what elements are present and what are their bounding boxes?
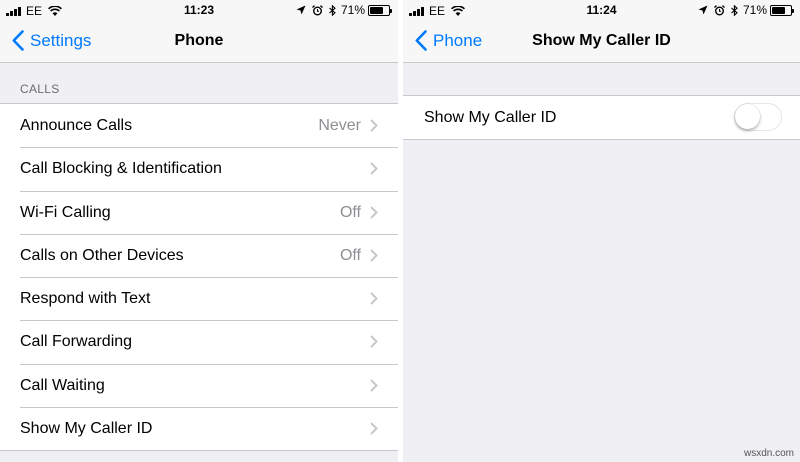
list-item-label: Show My Caller ID [20, 420, 153, 438]
navigation-bar: Settings Phone [0, 22, 398, 63]
watermark: wsxdn.com [743, 448, 794, 459]
toggle-knob [735, 104, 760, 129]
list-item-label: Respond with Text [20, 290, 151, 308]
disclosure-chevron-icon [370, 422, 378, 435]
status-bar: EE 11:24 71% [403, 0, 800, 22]
list-item-label: Announce Calls [20, 117, 133, 134]
list-item-announce-calls[interactable]: Announce Calls Never [0, 104, 398, 147]
list-item-calls-on-other-devices[interactable]: Calls on Other Devices Off [0, 233, 398, 277]
disclosure-chevron-icon [370, 335, 378, 349]
list-item-call-blocking[interactable]: Call Blocking & Identification [0, 147, 398, 190]
list-item-label: Show My Caller ID [424, 109, 557, 126]
disclosure-chevron-icon [370, 162, 378, 176]
battery-percentage: 71% [340, 3, 365, 17]
bluetooth-icon [329, 4, 336, 16]
location-arrow-icon [296, 5, 306, 15]
disclosure-chevron-icon [370, 205, 378, 219]
disclosure-chevron-icon [370, 119, 378, 132]
page-title: Phone [174, 32, 224, 49]
list-item-value: Off [339, 246, 361, 264]
list-item-value: Off [339, 203, 361, 221]
phone-settings-screen: EE 11:23 71% Settings Phone CALLS Announ… [0, 0, 398, 462]
list-item-label: Wi-Fi Calling [20, 203, 111, 221]
disclosure-chevron-icon [370, 292, 378, 305]
section-header: CALLS [20, 82, 60, 96]
show-caller-id-screen: EE 11:24 71% Phone Show My Caller ID Sho… [403, 0, 800, 462]
disclosure-chevron-icon [370, 379, 378, 392]
alarm-clock-icon [714, 4, 725, 15]
status-icons: 71% [290, 3, 392, 17]
caller-id-settings-list: Show My Caller ID [403, 95, 800, 140]
list-item-call-waiting[interactable]: Call Waiting [0, 363, 398, 407]
list-item-label: Call Forwarding [20, 333, 133, 351]
list-item-wifi-calling[interactable]: Wi-Fi Calling Off [0, 190, 398, 234]
status-bar: EE 11:23 71% [0, 0, 398, 22]
list-item-label: Calls on Other Devices [20, 246, 184, 264]
bluetooth-icon [731, 4, 738, 16]
location-arrow-icon [698, 5, 708, 15]
alarm-clock-icon [312, 4, 323, 15]
disclosure-chevron-icon [370, 249, 378, 262]
list-item-respond-with-text[interactable]: Respond with Text [0, 277, 398, 320]
calls-settings-list: Announce Calls Never Call Blocking & Ide… [0, 103, 398, 452]
battery-icon [368, 4, 392, 16]
list-item-call-forwarding[interactable]: Call Forwarding [0, 320, 398, 363]
list-item-show-my-caller-id[interactable]: Show My Caller ID [0, 407, 398, 450]
list-item-label: Call Blocking & Identification [20, 160, 222, 178]
list-item-show-my-caller-id: Show My Caller ID [403, 96, 800, 139]
navigation-bar: Phone Show My Caller ID [403, 22, 800, 63]
caller-id-toggle[interactable] [734, 103, 782, 131]
battery-percentage: 71% [742, 3, 767, 17]
status-icons: 71% [692, 3, 794, 17]
page-title: Show My Caller ID [532, 32, 671, 49]
list-item-value: Never [318, 117, 361, 134]
battery-icon [770, 4, 794, 16]
list-item-label: Call Waiting [20, 376, 105, 394]
